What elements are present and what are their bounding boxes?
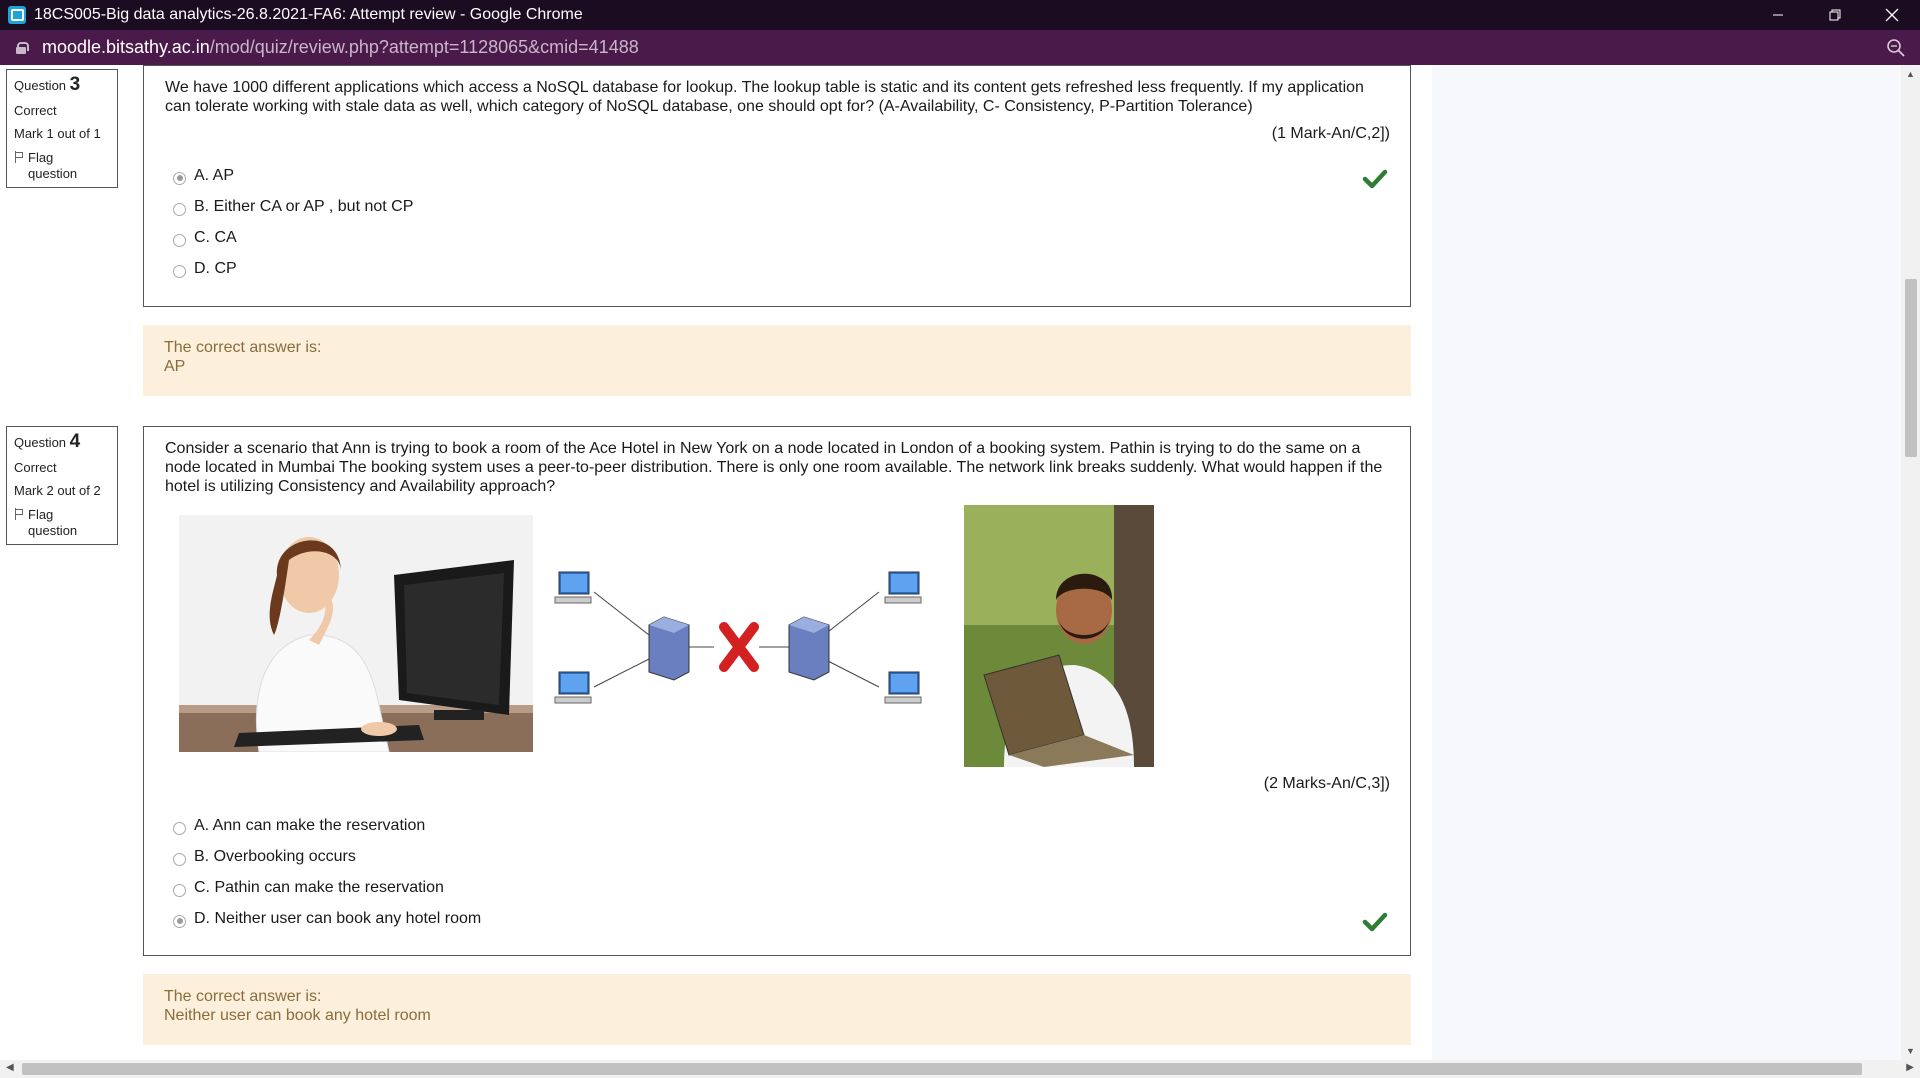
correct-answer-feedback-4: The correct answer is: Neither user can … (143, 974, 1411, 1045)
feedback-answer: Neither user can book any hotel room (164, 1007, 431, 1024)
computer-icon (554, 571, 592, 604)
question-label: Question (14, 435, 67, 450)
question-label: Question (14, 78, 67, 93)
question-text: We have 1000 different applications whic… (165, 79, 1364, 115)
scroll-down-icon[interactable]: ▼ (1906, 1046, 1915, 1056)
vertical-scroll-thumb[interactable] (1905, 279, 1917, 457)
question-text: Consider a scenario that Ann is trying t… (165, 440, 1383, 495)
man-with-laptop-image (964, 505, 1154, 767)
flag-icon (14, 507, 24, 520)
question-number: Question 4 (14, 431, 110, 454)
page-content: ▲ ▼ Question 3 Correct Mark 1 out of 1 F… (0, 65, 1920, 1060)
radio-icon[interactable] (173, 202, 186, 216)
close-button[interactable] (1863, 0, 1920, 30)
question-number: Question 3 (14, 74, 110, 97)
flag-question-link[interactable]: Flag question (14, 507, 110, 538)
flag-label: Flag question (28, 149, 78, 181)
scroll-left-icon[interactable]: ◀ (6, 1062, 14, 1073)
close-icon (1885, 8, 1898, 22)
url-host: moodle.bitsathy.ac.in (42, 37, 210, 57)
restore-button[interactable] (1806, 0, 1863, 30)
question-state: Correct (14, 102, 57, 118)
radio-icon[interactable] (173, 171, 186, 185)
question-box-4: Consider a scenario that Ann is trying t… (143, 426, 1411, 956)
option-c[interactable]: C. CA (173, 229, 237, 247)
woman-at-computer-image (179, 515, 533, 752)
question-marks: (2 Marks-An/C,3]) (1263, 775, 1390, 792)
question-box-3: We have 1000 different applications whic… (143, 65, 1411, 307)
zoom-icon[interactable] (1886, 38, 1906, 58)
option-label: A. AP (194, 167, 235, 184)
feedback-title: The correct answer is: (164, 339, 322, 356)
window-title: 18CS005-Big data analytics-26.8.2021-FA6… (34, 6, 583, 23)
minimize-button[interactable] (1749, 0, 1806, 30)
window-controls (1749, 0, 1920, 30)
restore-icon (1829, 9, 1840, 21)
option-a[interactable]: A. AP (173, 167, 234, 185)
address-bar[interactable]: moodle.bitsathy.ac.in/mod/quiz/review.ph… (0, 30, 1920, 65)
check-icon (1362, 169, 1388, 189)
option-label: C. CA (194, 229, 237, 246)
question-grade: Mark 1 out of 1 (14, 126, 101, 142)
vertical-scrollbar[interactable]: ▲ ▼ (1901, 65, 1920, 1060)
question-marks: (1 Mark-An/C,2]) (1271, 125, 1390, 142)
question-info-3: Question 3 Correct Mark 1 out of 1 Flag … (6, 69, 118, 189)
scroll-up-icon[interactable]: ▲ (1906, 69, 1915, 79)
option-label: A. Ann can make the reservation (194, 817, 426, 834)
radio-icon[interactable] (173, 914, 186, 928)
feedback-answer: AP (164, 358, 186, 375)
option-label: B. Overbooking occurs (194, 848, 356, 865)
minimize-icon (1772, 14, 1783, 16)
check-icon (1362, 912, 1388, 932)
option-label: D. CP (194, 260, 237, 277)
horizontal-scroll-thumb[interactable] (22, 1063, 1862, 1075)
radio-icon[interactable] (173, 233, 186, 247)
option-a[interactable]: A. Ann can make the reservation (173, 817, 425, 835)
lock-icon[interactable] (16, 41, 29, 54)
right-margin (1432, 65, 1901, 1060)
option-b[interactable]: B. Either CA or AP , but not CP (173, 198, 413, 216)
network-partition-diagram (554, 571, 922, 704)
option-label: D. Neither user can book any hotel room (194, 910, 482, 927)
radio-icon[interactable] (173, 852, 186, 866)
question-grade: Mark 2 out of 2 (14, 483, 101, 499)
scroll-right-icon[interactable]: ▶ (1906, 1062, 1914, 1073)
option-d[interactable]: D. Neither user can book any hotel room (173, 910, 481, 928)
question-number-value: 4 (69, 431, 81, 452)
url-text[interactable]: moodle.bitsathy.ac.in/mod/quiz/review.ph… (42, 37, 639, 58)
option-c[interactable]: C. Pathin can make the reservation (173, 879, 444, 897)
app-icon (8, 6, 26, 24)
option-label: B. Either CA or AP , but not CP (194, 198, 414, 215)
option-label: C. Pathin can make the reservation (194, 879, 444, 896)
title-bar: 18CS005-Big data analytics-26.8.2021-FA6… (0, 0, 1920, 30)
url-path: /mod/quiz/review.php?attempt=1128065&cmi… (209, 37, 639, 57)
question-state: Correct (14, 459, 57, 475)
horizontal-scrollbar[interactable]: ◀ ▶ (0, 1060, 1920, 1078)
feedback-title: The correct answer is: (164, 988, 322, 1005)
correct-answer-feedback-3: The correct answer is: AP (143, 325, 1411, 396)
flag-question-link[interactable]: Flag question (14, 150, 110, 181)
radio-icon[interactable] (173, 264, 186, 278)
option-d[interactable]: D. CP (173, 260, 237, 278)
option-b[interactable]: B. Overbooking occurs (173, 848, 356, 866)
radio-icon[interactable] (173, 883, 186, 897)
question-number-value: 3 (69, 74, 81, 95)
flag-label: Flag question (28, 506, 78, 538)
radio-icon[interactable] (173, 821, 186, 835)
flag-icon (14, 150, 24, 163)
question-info-4: Question 4 Correct Mark 2 out of 2 Flag … (6, 426, 118, 546)
